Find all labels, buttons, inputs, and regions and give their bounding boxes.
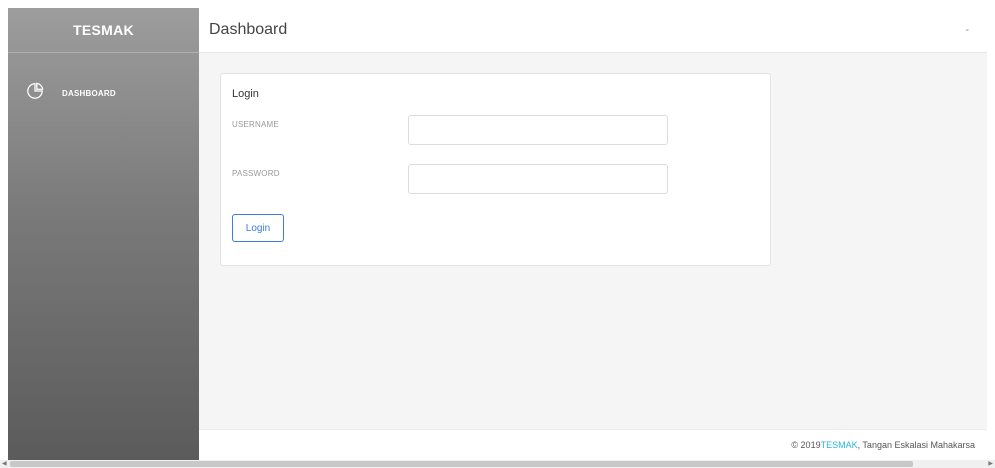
username-input[interactable]	[408, 115, 668, 145]
top-bar: Dashboard -	[199, 8, 987, 53]
scroll-right-icon[interactable]: ▶	[988, 460, 993, 468]
scroll-left-icon[interactable]: ◀	[2, 460, 7, 468]
login-card: Login USERNAME PASSWORD Login	[220, 73, 771, 266]
sidebar-item-dashboard[interactable]: DASHBOARD	[26, 82, 116, 105]
pie-chart-icon	[26, 82, 44, 105]
sidebar: TESMAK DASHBOARD	[8, 8, 199, 460]
login-button[interactable]: Login	[232, 214, 284, 242]
page-title: Dashboard	[209, 21, 288, 38]
password-input[interactable]	[408, 164, 668, 194]
login-card-title: Login	[232, 88, 259, 100]
footer-company: , Tangan Eskalasi Mahakarsa	[857, 440, 975, 450]
scrollbar-thumb[interactable]	[10, 461, 913, 467]
username-label: USERNAME	[232, 120, 279, 129]
user-menu-toggle[interactable]: -	[965, 24, 969, 36]
main-content: Login USERNAME PASSWORD Login	[199, 53, 987, 429]
password-label: PASSWORD	[232, 169, 280, 178]
horizontal-scrollbar[interactable]: ◀ ▶	[0, 460, 995, 468]
footer-brand-link[interactable]: TESMAK	[821, 440, 858, 450]
footer-copyright: © 2019	[791, 440, 821, 450]
sidebar-brand: TESMAK	[8, 8, 199, 53]
footer: © 2019 TESMAK , Tangan Eskalasi Mahakars…	[199, 429, 987, 460]
sidebar-item-label: DASHBOARD	[62, 89, 116, 98]
